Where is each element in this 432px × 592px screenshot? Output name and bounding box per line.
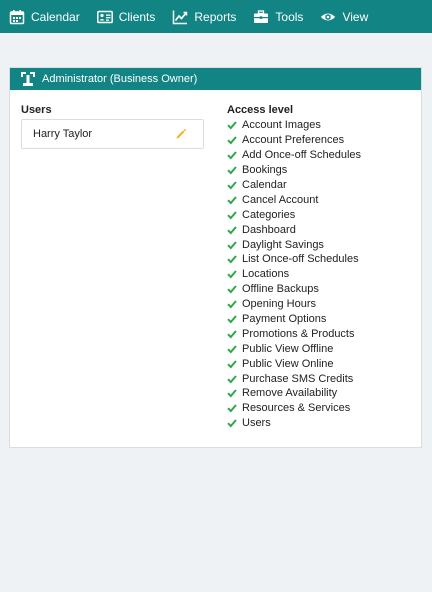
permission-item: Account Images bbox=[227, 118, 417, 133]
permission-label: Payment Options bbox=[242, 313, 327, 326]
nav-reports-label: Reports bbox=[194, 9, 237, 24]
toolbox-icon bbox=[253, 9, 269, 25]
permission-label: Cancel Account bbox=[242, 193, 319, 206]
permission-label: Calendar bbox=[242, 179, 287, 191]
check-icon bbox=[227, 329, 237, 339]
permission-label: Promotions & Products bbox=[242, 327, 355, 340]
permission-label: List Once-off Schedules bbox=[242, 253, 359, 266]
permission-label: Purchase SMS Credits bbox=[242, 372, 354, 385]
permission-label: Daylight Savings bbox=[242, 238, 324, 251]
permission-item: Users bbox=[227, 416, 417, 431]
permission-label: Account Images bbox=[242, 119, 321, 132]
permission-item: Payment Options bbox=[227, 312, 417, 327]
nav-calendar-label: Calendar bbox=[31, 9, 80, 24]
check-icon bbox=[227, 210, 237, 220]
permission-item: Dashboard bbox=[227, 222, 417, 237]
users-heading: Users bbox=[21, 104, 52, 116]
permission-item: Bookings bbox=[227, 163, 417, 178]
access-level-heading: Access level bbox=[227, 104, 294, 116]
admin-role-icon bbox=[20, 71, 36, 87]
user-card[interactable]: Harry Taylor bbox=[21, 119, 204, 149]
nav-clients-label: Clients bbox=[118, 9, 156, 24]
check-icon bbox=[227, 299, 237, 309]
check-icon bbox=[227, 240, 237, 250]
permission-item: Purchase SMS Credits bbox=[227, 371, 417, 386]
permission-item: Daylight Savings bbox=[227, 237, 417, 252]
nav-tools[interactable]: Tools bbox=[253, 9, 303, 25]
nav-view[interactable]: View bbox=[320, 9, 368, 25]
check-icon bbox=[227, 374, 237, 384]
calendar-icon bbox=[9, 9, 25, 25]
permission-label: Add Once-off Schedules bbox=[242, 149, 362, 162]
permission-item: Remove Availability bbox=[227, 386, 417, 401]
permission-label: Opening Hours bbox=[242, 298, 316, 311]
users-section: Users Harry Taylor bbox=[21, 103, 205, 149]
check-icon bbox=[227, 403, 237, 413]
permission-label: Offline Backups bbox=[242, 283, 319, 296]
check-icon bbox=[227, 180, 237, 190]
check-icon bbox=[227, 388, 237, 398]
chart-line-icon bbox=[172, 9, 188, 25]
permission-label: Resources & Services bbox=[242, 402, 351, 415]
check-icon bbox=[227, 135, 237, 145]
check-icon bbox=[227, 165, 237, 175]
role-panel-title: Administrator (Business Owner) bbox=[42, 73, 198, 85]
permission-label: Remove Availability bbox=[242, 387, 338, 400]
permission-item: Cancel Account bbox=[227, 192, 417, 207]
permission-label: Bookings bbox=[242, 164, 288, 177]
permission-label: Users bbox=[242, 417, 271, 430]
permission-item: Add Once-off Schedules bbox=[227, 148, 417, 163]
permission-item: Calendar bbox=[227, 178, 417, 193]
check-icon bbox=[227, 254, 237, 264]
permission-item: Resources & Services bbox=[227, 401, 417, 416]
permission-item: List Once-off Schedules bbox=[227, 252, 417, 267]
permission-item: Opening Hours bbox=[227, 297, 417, 312]
permission-label: Locations bbox=[242, 268, 290, 281]
nav-tools-label: Tools bbox=[275, 9, 304, 24]
permission-list: Account Images Account Preferences Add Onc… bbox=[227, 118, 417, 431]
check-icon bbox=[227, 150, 237, 160]
permission-item: Offline Backups bbox=[227, 282, 417, 297]
permission-label: Account Preferences bbox=[242, 134, 345, 147]
permission-label: Categories bbox=[242, 208, 296, 221]
access-level-section: Access level Account Images Account Prefe… bbox=[227, 103, 417, 431]
check-icon bbox=[227, 195, 237, 205]
permission-label: Public View Online bbox=[242, 357, 334, 370]
check-icon bbox=[227, 284, 237, 294]
nav-clients[interactable]: Clients bbox=[96, 9, 156, 25]
permission-item: Account Preferences bbox=[227, 133, 417, 148]
nav-calendar[interactable]: Calendar bbox=[9, 9, 80, 25]
permission-item: Public View Offline bbox=[227, 341, 417, 356]
check-icon bbox=[227, 359, 237, 369]
pencil-icon[interactable] bbox=[175, 128, 187, 140]
check-icon bbox=[227, 269, 237, 279]
role-panel-header: Administrator (Business Owner) bbox=[10, 68, 421, 90]
check-icon bbox=[227, 344, 237, 354]
user-name: Harry Taylor bbox=[33, 128, 93, 140]
permission-item: Public View Online bbox=[227, 356, 417, 371]
check-icon bbox=[227, 314, 237, 324]
check-icon bbox=[227, 418, 237, 428]
top-navigation: Calendar Clients Reports Tools View bbox=[0, 0, 432, 33]
check-icon bbox=[227, 225, 237, 235]
permission-label: Public View Offline bbox=[242, 342, 334, 355]
check-icon bbox=[227, 120, 237, 130]
permission-item: Promotions & Products bbox=[227, 326, 417, 341]
role-panel: Administrator (Business Owner) Users Har… bbox=[9, 67, 422, 448]
id-card-icon bbox=[96, 9, 113, 25]
eye-icon bbox=[320, 9, 336, 25]
nav-reports[interactable]: Reports bbox=[172, 9, 236, 25]
permission-item: Categories bbox=[227, 207, 417, 222]
permission-item: Locations bbox=[227, 267, 417, 282]
nav-view-label: View bbox=[342, 9, 369, 24]
permission-label: Dashboard bbox=[242, 223, 296, 236]
